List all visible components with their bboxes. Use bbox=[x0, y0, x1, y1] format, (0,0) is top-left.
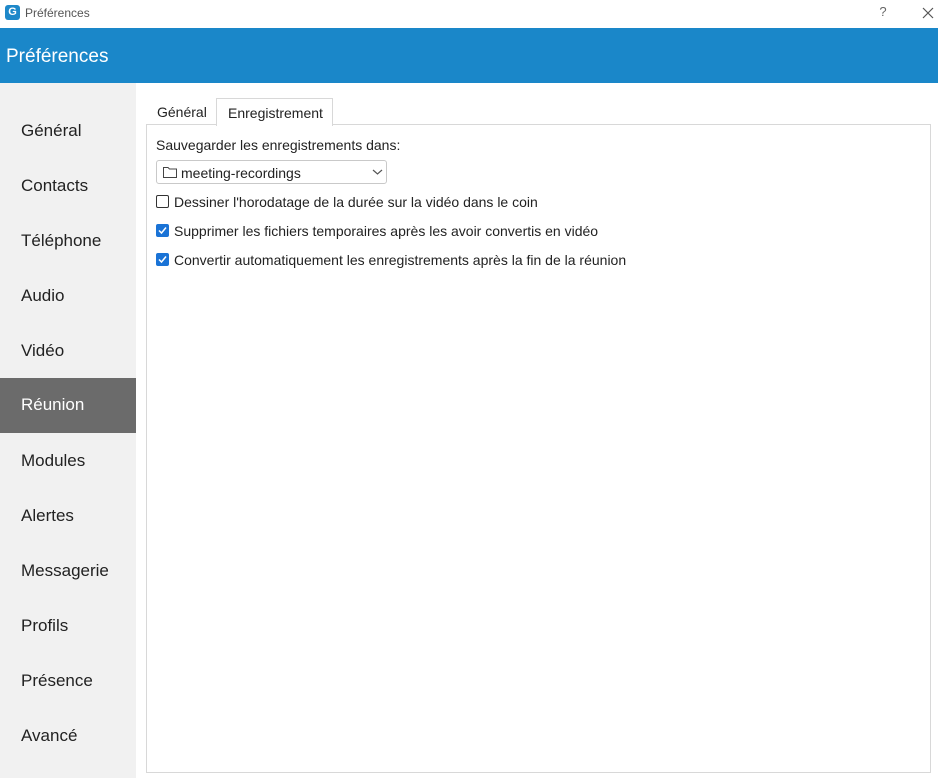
sidebar-item-video[interactable]: Vidéo bbox=[0, 324, 136, 379]
title-bar: G Préférences ? bbox=[0, 0, 938, 28]
sidebar-item-profils[interactable]: Profils bbox=[0, 599, 136, 654]
sidebar-item-general[interactable]: Général bbox=[0, 104, 136, 159]
check-icon bbox=[158, 227, 167, 235]
delete-temp-files-checkbox[interactable] bbox=[156, 224, 169, 237]
sidebar-item-label: Général bbox=[21, 121, 82, 140]
sidebar-item-reunion[interactable]: Réunion bbox=[0, 378, 136, 433]
folder-icon bbox=[163, 167, 177, 178]
sidebar: Général Contacts Téléphone Audio Vidéo R… bbox=[0, 83, 136, 778]
sidebar-item-telephone[interactable]: Téléphone bbox=[0, 214, 136, 269]
sidebar-item-label: Vidéo bbox=[21, 341, 65, 360]
tab-general[interactable]: Général bbox=[146, 98, 216, 125]
help-button[interactable]: ? bbox=[876, 4, 890, 22]
sidebar-item-modules[interactable]: Modules bbox=[0, 434, 136, 489]
sidebar-item-messagerie[interactable]: Messagerie bbox=[0, 544, 136, 599]
check-icon bbox=[158, 256, 167, 264]
sidebar-item-label: Présence bbox=[21, 671, 93, 690]
option-label: Convertir automatiquement les enregistre… bbox=[174, 252, 627, 268]
page-title: Préférences bbox=[6, 46, 109, 67]
sidebar-item-label: Profils bbox=[21, 616, 69, 635]
sidebar-item-label: Téléphone bbox=[21, 231, 102, 250]
close-icon bbox=[922, 7, 934, 19]
sidebar-item-presence[interactable]: Présence bbox=[0, 654, 136, 709]
tab-enregistrement[interactable]: Enregistrement bbox=[216, 98, 333, 126]
app-logo-icon: G bbox=[5, 5, 20, 20]
sidebar-item-label: Alertes bbox=[21, 506, 74, 525]
recording-settings-panel bbox=[146, 124, 931, 773]
window-title: Préférences bbox=[25, 6, 90, 20]
close-button[interactable] bbox=[918, 3, 938, 23]
tab-label: Enregistrement bbox=[228, 105, 323, 121]
header-bar: Préférences bbox=[0, 28, 938, 83]
option-label: Dessiner l'horodatage de la durée sur la… bbox=[174, 194, 538, 210]
sidebar-item-label: Avancé bbox=[21, 726, 78, 745]
sidebar-item-avance[interactable]: Avancé bbox=[0, 709, 136, 764]
sidebar-item-label: Réunion bbox=[21, 395, 85, 414]
draw-timestamp-checkbox[interactable] bbox=[156, 195, 169, 208]
sidebar-item-label: Messagerie bbox=[21, 561, 109, 580]
folder-select-value: meeting-recordings bbox=[181, 165, 301, 181]
tab-label: Général bbox=[157, 104, 207, 120]
sidebar-item-label: Audio bbox=[21, 286, 65, 305]
sidebar-item-contacts[interactable]: Contacts bbox=[0, 159, 136, 214]
save-location-label: Sauvegarder les enregistrements dans: bbox=[156, 137, 401, 153]
chevron-down-icon bbox=[372, 169, 383, 175]
sidebar-item-audio[interactable]: Audio bbox=[0, 269, 136, 324]
auto-convert-checkbox[interactable] bbox=[156, 253, 169, 266]
folder-select[interactable]: meeting-recordings bbox=[156, 160, 387, 184]
sidebar-item-label: Contacts bbox=[21, 176, 89, 195]
sidebar-item-alertes[interactable]: Alertes bbox=[0, 489, 136, 544]
option-label: Supprimer les fichiers temporaires après… bbox=[174, 223, 599, 239]
sidebar-item-label: Modules bbox=[21, 451, 86, 470]
